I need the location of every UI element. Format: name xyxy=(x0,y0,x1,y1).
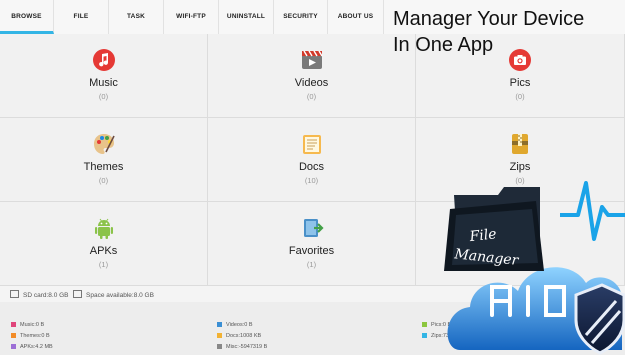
category-label: Themes xyxy=(83,161,124,173)
legend-label: APKs:4.2 MB xyxy=(20,344,53,350)
promo-line-1: Manager Your Device xyxy=(393,8,585,30)
category-count: (1) xyxy=(306,260,317,269)
videos-icon xyxy=(302,50,323,69)
legend-swatch xyxy=(11,333,16,338)
category-count: (0) xyxy=(98,92,109,101)
tab-security[interactable]: SECURITY xyxy=(274,0,328,34)
tab-about-us[interactable]: ABOUT US xyxy=(328,0,384,34)
category-docs[interactable]: Docs (10) xyxy=(208,118,416,202)
category-music[interactable]: Music (0) xyxy=(0,34,208,118)
palette-icon xyxy=(94,134,115,154)
legend-label: Music:0 B xyxy=(20,322,45,328)
category-label: Videos xyxy=(294,77,329,89)
space-available-text: Space available:8.0 GB xyxy=(86,292,154,299)
category-themes[interactable]: Themes (0) xyxy=(0,118,208,202)
legend-item-apks: APKs:4.2 MB xyxy=(11,344,53,350)
tab-wifi-ftp[interactable]: WIFI-FTP xyxy=(164,0,219,34)
category-count: (0) xyxy=(98,176,109,185)
tab-task[interactable]: TASK xyxy=(109,0,164,34)
logo-text-file: File xyxy=(468,226,497,245)
app-logo: File Manager xyxy=(444,181,625,355)
category-count: (0) xyxy=(306,92,317,101)
legend-item-misc: Misc:-5947319 B xyxy=(217,344,267,350)
legend-label: Misc:-5947319 B xyxy=(226,344,268,350)
category-label: Favorites xyxy=(288,245,335,257)
legend-item-videos: Videos:0 B xyxy=(217,322,253,328)
legend-swatch xyxy=(422,322,427,327)
promo-line-2: In One App xyxy=(393,34,494,56)
category-videos[interactable]: Videos (0) xyxy=(208,34,416,118)
space-available-info: Space available:8.0 GB xyxy=(73,290,154,299)
category-count: (10) xyxy=(304,176,319,185)
legend-label: Themes:0 B xyxy=(20,333,50,339)
sd-card-text: SD card:8.0 GB xyxy=(23,292,69,299)
category-label: Docs xyxy=(298,161,325,173)
category-label: APKs xyxy=(89,245,118,257)
zip-icon xyxy=(512,134,528,154)
legend-swatch xyxy=(422,333,427,338)
promo-headline: Manager Your Device In One App xyxy=(393,6,584,58)
legend-item-music: Music:0 B xyxy=(11,322,44,328)
legend-item-docs: Docs:1008 KB xyxy=(217,333,261,339)
tab-uninstall[interactable]: UNINSTALL xyxy=(219,0,274,34)
legend-swatch xyxy=(217,344,222,349)
category-favorites[interactable]: Favorites (1) xyxy=(208,202,416,286)
tab-browse[interactable]: BROWSE xyxy=(0,0,54,34)
favorites-icon xyxy=(304,219,324,237)
category-count: (1) xyxy=(98,260,109,269)
category-apks[interactable]: APKs (1) xyxy=(0,202,208,286)
pulse-icon xyxy=(560,181,625,241)
legend-swatch xyxy=(217,333,222,338)
storage-icon xyxy=(73,290,82,298)
docs-icon xyxy=(303,135,321,154)
legend-swatch xyxy=(11,322,16,327)
sd-card-info: SD card:8.0 GB xyxy=(10,290,69,299)
category-label: Pics xyxy=(509,77,531,89)
category-count: (0) xyxy=(515,92,525,101)
legend-swatch xyxy=(217,322,222,327)
tab-file[interactable]: FILE xyxy=(54,0,109,34)
category-label: Music xyxy=(89,77,118,89)
category-label: Zips xyxy=(509,161,531,173)
music-icon xyxy=(93,49,115,71)
legend-item-themes: Themes:0 B xyxy=(11,333,50,339)
legend-label: Docs:1008 KB xyxy=(226,333,262,339)
sd-card-icon xyxy=(10,290,19,298)
android-icon xyxy=(95,218,113,239)
legend-label: Videos:0 B xyxy=(226,322,253,328)
legend-swatch xyxy=(11,344,16,349)
